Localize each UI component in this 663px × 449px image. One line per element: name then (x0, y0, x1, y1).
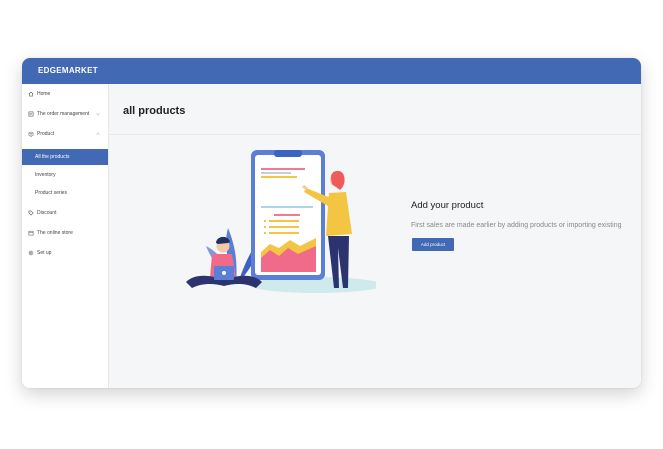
home-icon (28, 91, 34, 97)
chevron-down-icon (96, 113, 100, 116)
sidebar-item-home[interactable]: Home (22, 86, 108, 102)
empty-state-illustration (186, 150, 376, 293)
chevron-up-icon (96, 132, 100, 135)
sidebar-subitem-label: Inventory (35, 172, 56, 178)
sidebar-item-order-management[interactable]: The order management (22, 106, 108, 122)
sidebar-subitem-all-products[interactable]: All the products (22, 149, 108, 165)
sidebar-item-discount[interactable]: Discount (22, 205, 108, 221)
sidebar-item-set-up[interactable]: Set up (22, 245, 108, 261)
empty-state-description: First sales are made earlier by adding p… (411, 222, 622, 229)
add-product-button[interactable]: Add product (412, 238, 454, 251)
gear-icon (28, 250, 34, 256)
title-divider (109, 134, 641, 135)
order-icon (28, 111, 34, 117)
page-title: all products (123, 105, 186, 117)
sidebar-item-label: Discount (37, 210, 57, 216)
sidebar-item-label: Home (37, 91, 51, 97)
main-content: all products Add your product First sale… (109, 84, 641, 388)
tag-icon (28, 210, 34, 216)
app-window: EDGEMARKET Home The order management Pro… (22, 58, 641, 388)
sidebar-item-label: The order management (37, 111, 90, 117)
sidebar-subitem-product-series[interactable]: Product series (22, 185, 108, 201)
sidebar: Home The order management Product All th… (22, 84, 109, 388)
sidebar-item-label: Product (37, 131, 55, 137)
sidebar-subitem-label: All the products (35, 154, 70, 160)
empty-state-heading: Add your product (411, 200, 484, 211)
brand-logo[interactable]: EDGEMARKET (38, 66, 98, 75)
product-icon (28, 131, 34, 137)
sidebar-item-label: Set up (37, 250, 52, 256)
sidebar-item-label: The online store (37, 230, 73, 236)
sidebar-item-online-store[interactable]: The online store (22, 225, 108, 241)
store-icon (28, 230, 34, 236)
sidebar-subitem-label: Product series (35, 190, 67, 196)
top-bar: EDGEMARKET (22, 58, 641, 84)
sidebar-subitem-inventory[interactable]: Inventory (22, 167, 108, 183)
sidebar-item-product[interactable]: Product (22, 126, 108, 142)
